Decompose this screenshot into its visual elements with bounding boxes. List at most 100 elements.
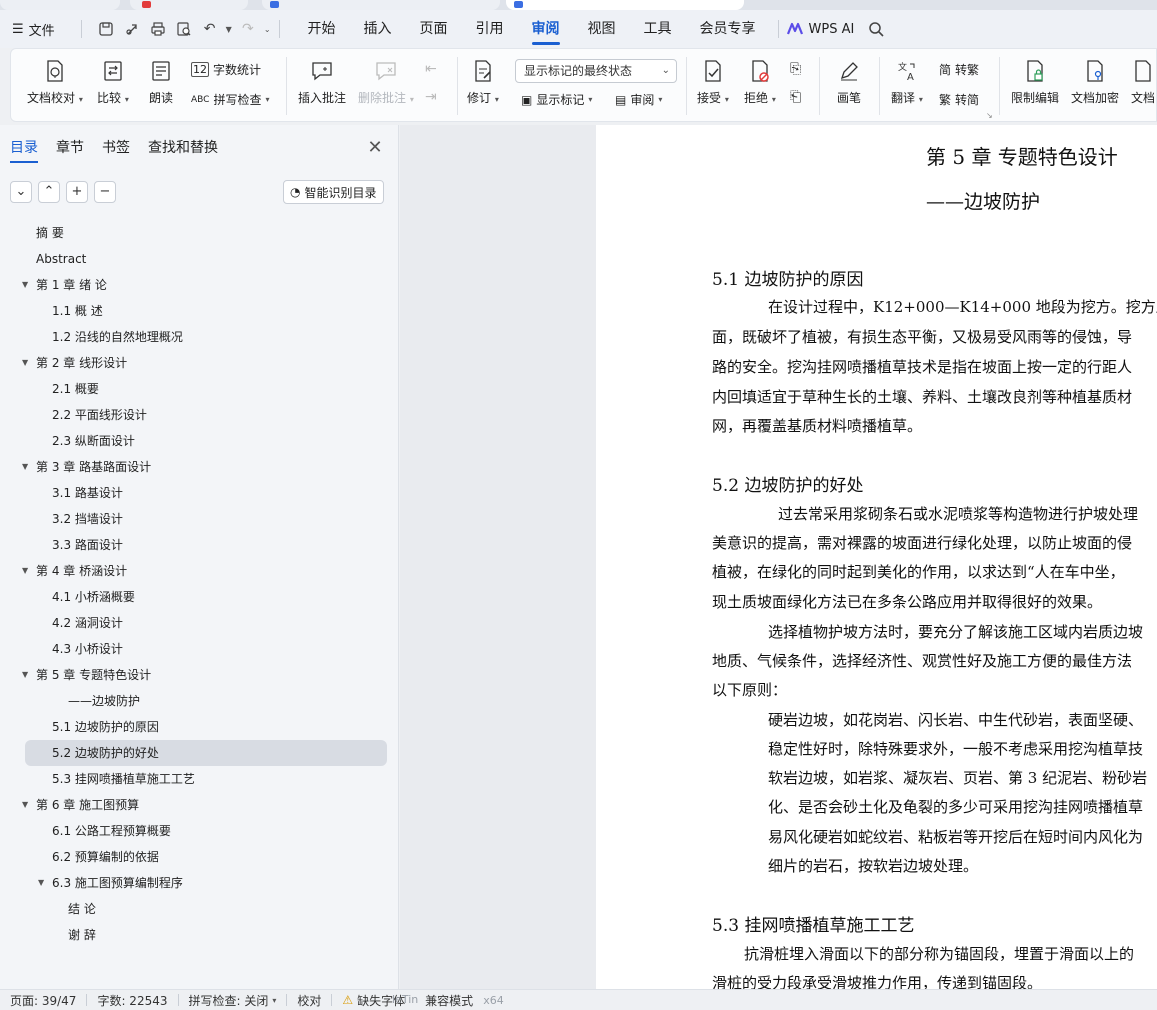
tab-tools[interactable]: 工具 (630, 10, 686, 48)
window-tab[interactable] (0, 0, 120, 10)
document-page[interactable]: 第 5 章 专题特色设计 ——边坡防护 5.1 边坡防护的原因 在设计过程中，K… (596, 125, 1157, 989)
save-icon[interactable] (96, 19, 116, 39)
display-state-select[interactable]: 显示标记的最终状态 ⌄ (515, 59, 677, 83)
expand-triangle-icon[interactable]: ▼ (22, 662, 28, 688)
toc-item[interactable]: 3.2 挡墙设计 (0, 506, 399, 532)
compare-button[interactable]: 比较 ▾ (97, 57, 129, 106)
toc-item[interactable]: 4.3 小桥设计 (0, 636, 399, 662)
tab-references[interactable]: 引用 (462, 10, 518, 48)
spell-check-status[interactable]: 拼写检查: 关闭 ▾ (179, 992, 287, 1009)
tab-review[interactable]: 审阅 (518, 10, 574, 48)
expand-triangle-icon[interactable]: ▼ (22, 454, 28, 480)
accept-button[interactable]: 接受 ▾ (697, 57, 729, 106)
tab-page[interactable]: 页面 (406, 10, 462, 48)
tab-insert[interactable]: 插入 (350, 10, 406, 48)
restrict-edit-button[interactable]: 限制编辑 (1011, 57, 1059, 106)
expand-triangle-icon[interactable]: ▼ (22, 272, 28, 298)
nav-tab-find-replace[interactable]: 查找和替换 (148, 137, 218, 163)
expand-triangle-icon[interactable]: ▼ (22, 792, 28, 818)
toc-item[interactable]: 3.1 路基设计 (0, 480, 399, 506)
review-pane-button[interactable]: ▤ 审阅 ▾ (615, 91, 662, 108)
wps-ai-button[interactable]: WPS AI (786, 22, 854, 37)
toc-item[interactable]: ▼ 第 1 章 绪 论 (0, 272, 399, 298)
tab-view[interactable]: 视图 (574, 10, 630, 48)
file-menu-button[interactable]: ☰ 文件 (12, 20, 55, 39)
chevron-down-icon[interactable]: ⌄ (10, 181, 32, 203)
chevron-up-icon[interactable]: ⌃ (38, 181, 60, 203)
toc-item[interactable]: 3.3 路面设计 (0, 532, 399, 558)
nav-tab-toc[interactable]: 目录 (10, 137, 38, 163)
toc-item[interactable]: ——边坡防护 (0, 688, 399, 714)
plus-icon[interactable]: + (66, 181, 88, 203)
more-dropdown-icon[interactable]: ⌄ (264, 25, 271, 34)
toc-item[interactable]: 2.3 纵断面设计 (0, 428, 399, 454)
smart-toc-button[interactable]: ◔ 智能识别目录 (283, 180, 384, 204)
window-tab-active[interactable] (506, 0, 744, 10)
tab-member[interactable]: 会员专享 (686, 10, 770, 48)
toc-item[interactable]: 1.2 沿线的自然地理概况 (0, 324, 399, 350)
toc-item[interactable]: 4.2 涵洞设计 (0, 610, 399, 636)
toc-item[interactable]: ▼ 第 5 章 专题特色设计 (0, 662, 399, 688)
window-tab[interactable] (262, 0, 500, 10)
proofread-button[interactable]: 校对 (287, 992, 331, 1009)
toc-item[interactable]: ▼ 6.3 施工图预算编制程序 (0, 870, 399, 896)
toc-item[interactable]: 5.2 边坡防护的好处 (25, 740, 387, 766)
undo-dropdown-icon[interactable]: ▼ (226, 25, 232, 34)
doc-rights-button[interactable]: 文档 (1129, 57, 1157, 106)
toc-item[interactable]: 6.1 公路工程预算概要 (0, 818, 399, 844)
toc-item[interactable]: 2.1 概要 (0, 376, 399, 402)
toc-item[interactable]: 2.2 平面线形设计 (0, 402, 399, 428)
to-traditional-label: 转繁 (955, 63, 980, 77)
undo-icon[interactable]: ↶ (200, 19, 220, 39)
toc-item-label: ——边坡防护 (68, 694, 141, 708)
divider (278, 20, 280, 38)
doc-check-button[interactable]: 文档校对 ▾ (27, 57, 83, 106)
toc-item[interactable]: 结 论 (0, 896, 399, 922)
paragraph-line: 在设计过程中，K12+000—K14+000 地段为挖方。挖方路 (768, 298, 1157, 316)
to-simplified-button[interactable]: 繁 转简 (939, 91, 979, 108)
window-tab[interactable] (130, 0, 248, 10)
toc-item[interactable]: 4.1 小桥涵概要 (0, 584, 399, 610)
toc-item[interactable]: 摘 要 (0, 220, 399, 246)
search-icon[interactable] (866, 19, 886, 39)
word-count-button[interactable]: 12 字数统计 (191, 61, 261, 78)
expand-dialog-icon[interactable]: ↘ (986, 111, 993, 120)
expand-triangle-icon[interactable]: ▼ (22, 350, 28, 376)
to-traditional-button[interactable]: 简 转繁 (939, 61, 979, 78)
toc-item-label: 谢 辞 (68, 928, 96, 942)
toc-item[interactable]: 6.2 预算编制的依据 (0, 844, 399, 870)
spell-check-button[interactable]: ABC 拼写检查 ▾ (191, 91, 270, 108)
nav-tab-bookmarks[interactable]: 书签 (102, 137, 130, 163)
toc-item[interactable]: ▼ 第 6 章 施工图预算 (0, 792, 399, 818)
print-icon[interactable] (148, 19, 168, 39)
translate-button[interactable]: 文A 翻译 ▾ (891, 57, 923, 106)
toc-item-label: Abstract (36, 252, 87, 266)
nav-tab-sections[interactable]: 章节 (56, 137, 84, 163)
toc-item[interactable]: 谢 辞 (0, 922, 399, 948)
page-indicator[interactable]: 页面: 39/47 (0, 992, 86, 1009)
toc-item[interactable]: ▼ 第 2 章 线形设计 (0, 350, 399, 376)
export-icon[interactable] (122, 19, 142, 39)
toc-item[interactable]: 5.1 边坡防护的原因 (0, 714, 399, 740)
tab-home[interactable]: 开始 (294, 10, 350, 48)
print-preview-icon[interactable] (174, 19, 194, 39)
prev-change-icon[interactable]: ⎘ (790, 61, 801, 77)
read-aloud-button[interactable]: 朗读 (147, 57, 175, 106)
draw-button[interactable]: 画笔 (835, 57, 863, 106)
next-change-icon[interactable]: ⎗ (790, 89, 801, 105)
expand-triangle-icon[interactable]: ▼ (38, 870, 44, 896)
show-markup-button[interactable]: ▣ 显示标记 ▾ (521, 91, 592, 108)
toc-item[interactable]: 1.1 概 述 (0, 298, 399, 324)
minus-icon[interactable]: − (94, 181, 116, 203)
expand-triangle-icon[interactable]: ▼ (22, 558, 28, 584)
toc-item[interactable]: ▼ 第 4 章 桥涵设计 (0, 558, 399, 584)
close-icon[interactable]: ✕ (364, 137, 386, 159)
toc-item[interactable]: 5.3 挂网喷播植草施工工艺 (0, 766, 399, 792)
encrypt-button[interactable]: 文档加密 (1071, 57, 1119, 106)
reject-button[interactable]: 拒绝 ▾ (744, 57, 776, 106)
toc-item[interactable]: Abstract (0, 246, 399, 272)
word-count-indicator[interactable]: 字数: 22543 (87, 992, 177, 1009)
track-changes-button[interactable]: 修订 ▾ (467, 57, 499, 106)
insert-comment-button[interactable]: 插入批注 (298, 57, 346, 106)
toc-item[interactable]: ▼ 第 3 章 路基路面设计 (0, 454, 399, 480)
